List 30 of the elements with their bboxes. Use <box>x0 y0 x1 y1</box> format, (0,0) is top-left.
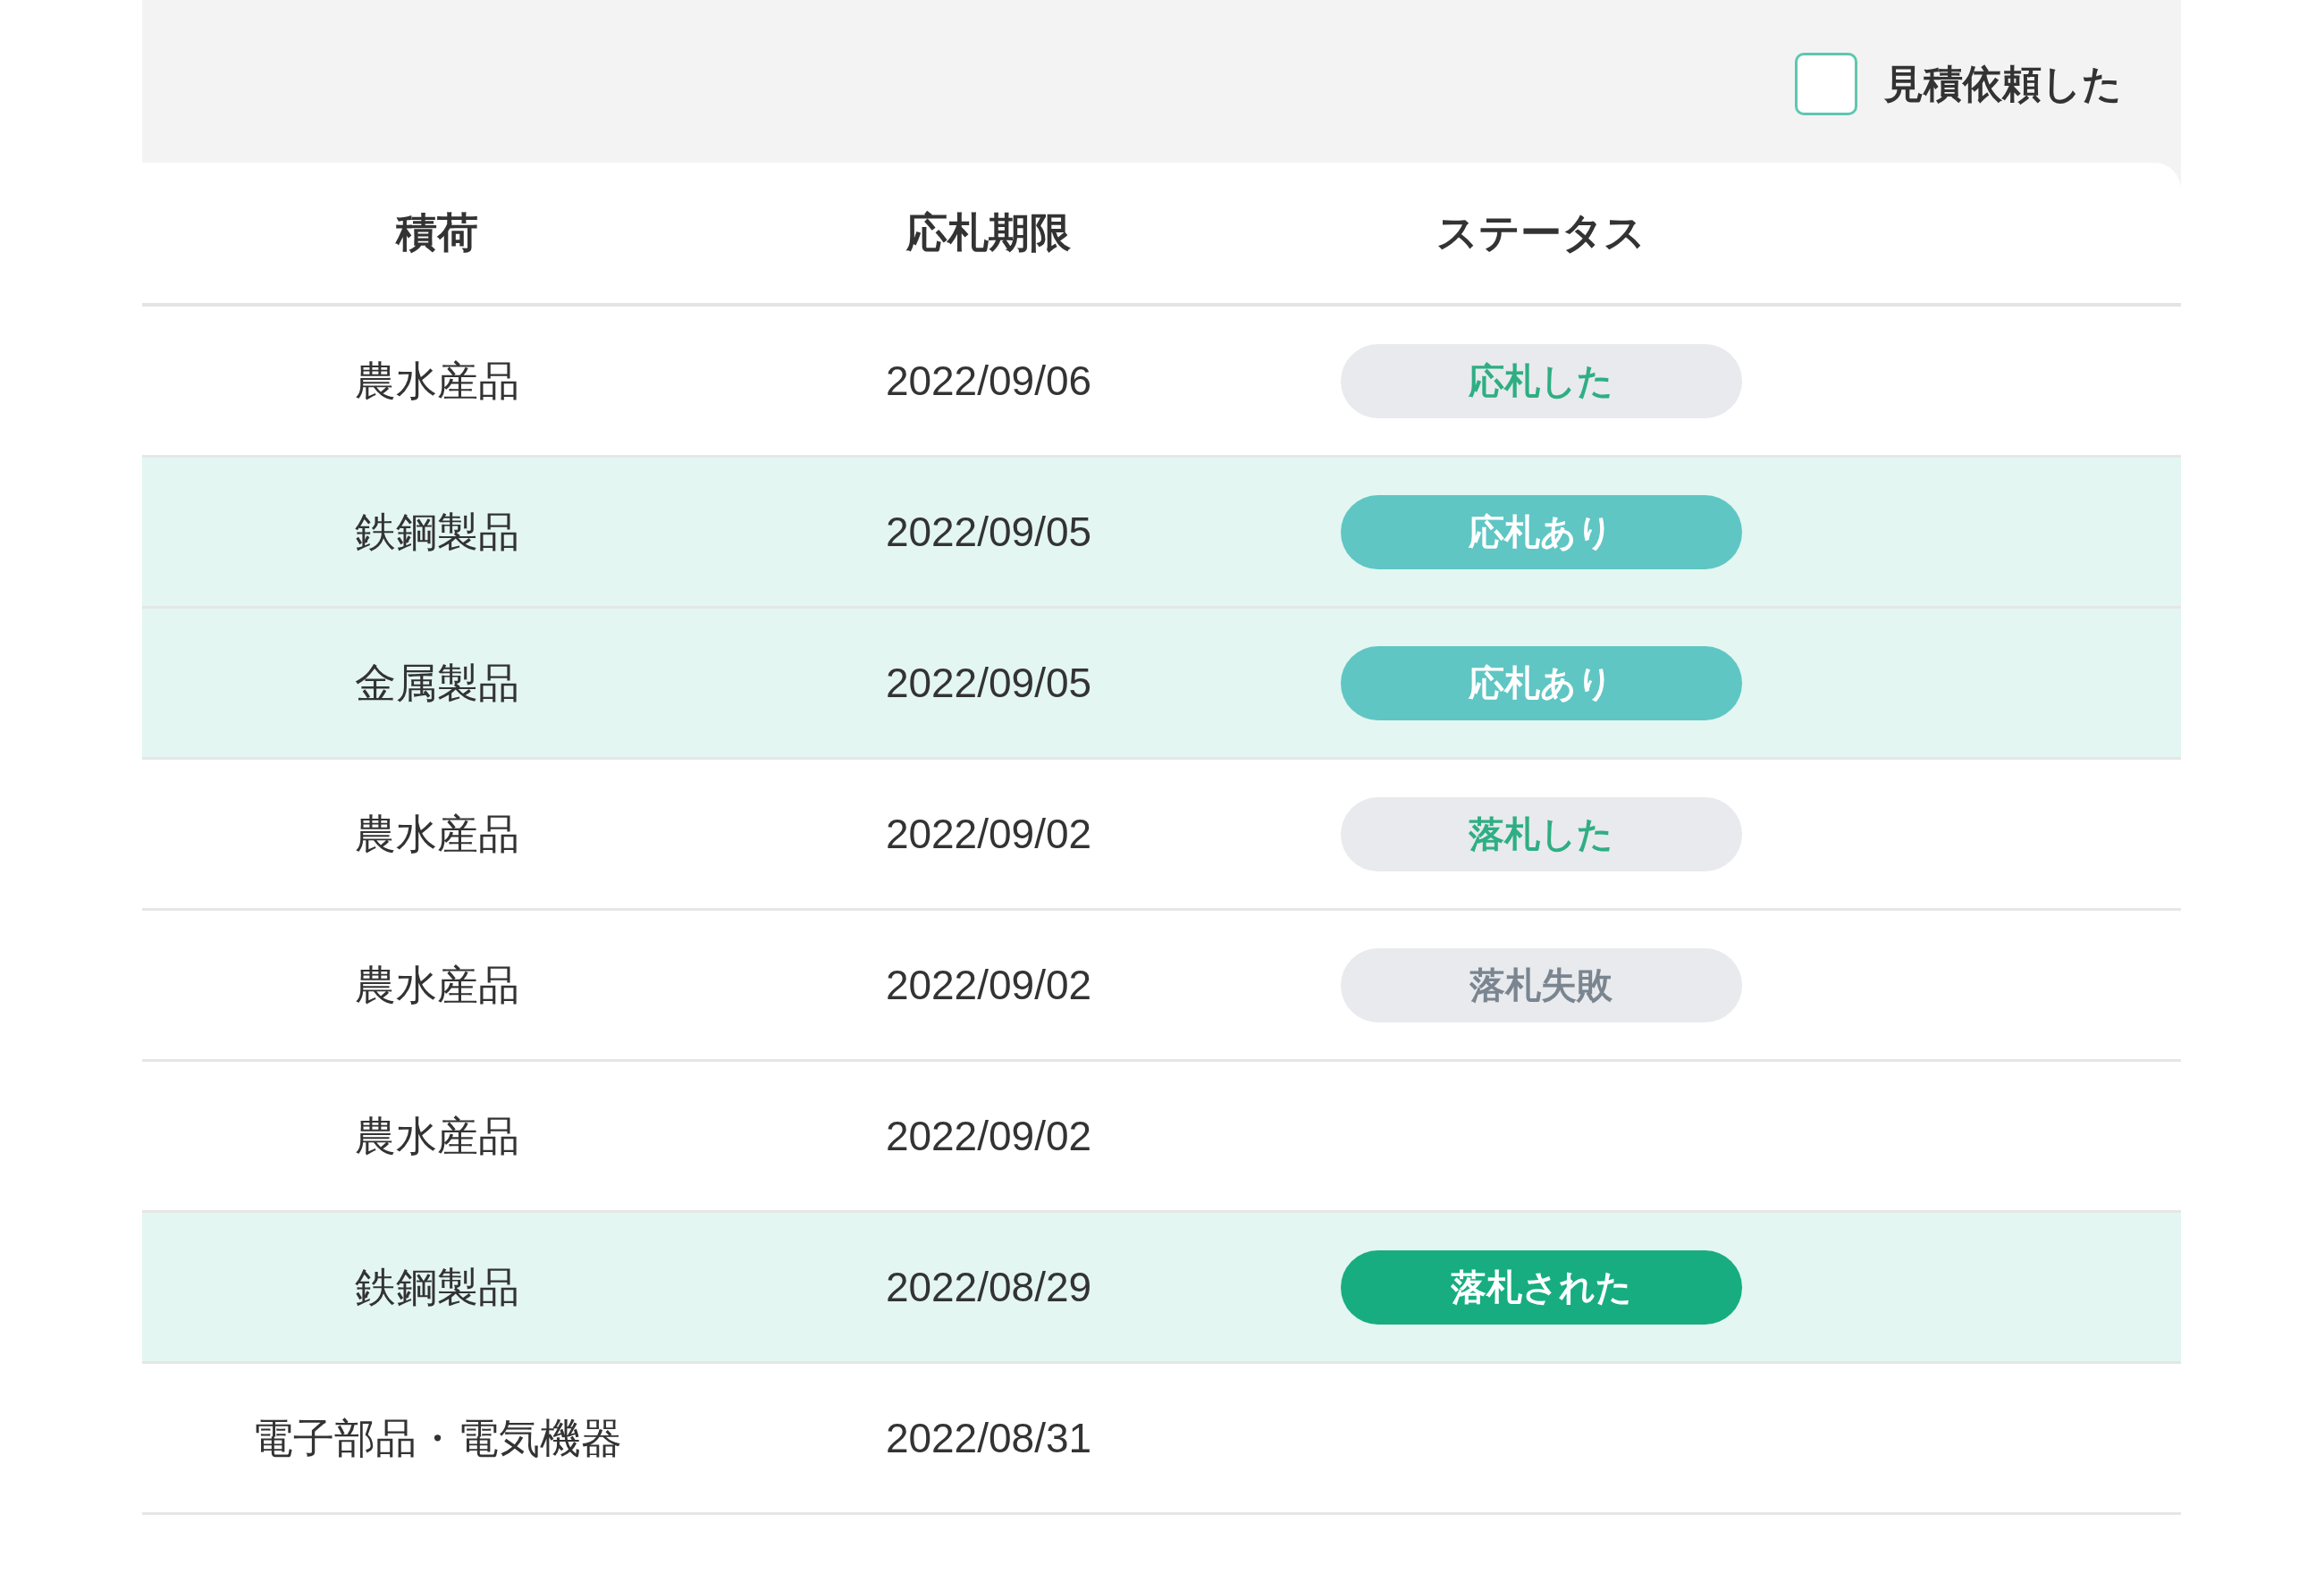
table-row[interactable]: 金属製品 2022/09/05 応札あり <box>142 609 2181 760</box>
column-header: 積荷 <box>396 208 478 257</box>
table-cell-text: 農水産品 <box>355 960 519 1010</box>
table-cell-text: 農水産品 <box>355 809 519 859</box>
status-badge: 落札した <box>1340 796 1742 871</box>
table-cell-text: 鉄鋼製品 <box>355 507 519 557</box>
table-cell-text: 2022/08/31 <box>885 1413 1092 1463</box>
status-badge: 落札された <box>1340 1249 1742 1325</box>
table-row[interactable]: 鉄鋼製品 2022/08/29 落札された <box>142 1213 2181 1364</box>
checkbox[interactable] <box>1795 53 1857 115</box>
table-cell-text: 2022/09/02 <box>885 1111 1092 1161</box>
table-cell-text: 金属製品 <box>355 658 519 708</box>
status-badge: 応札した <box>1340 343 1742 418</box>
column-header: ステータス <box>1436 208 1646 257</box>
table-cell-text: 2022/09/05 <box>885 658 1092 708</box>
status-badge: 応札あり <box>1340 645 1742 720</box>
table-cell-text: 2022/08/29 <box>885 1262 1092 1312</box>
table-cell-text: 2022/09/06 <box>885 356 1092 406</box>
table-cell-text: 農水産品 <box>355 356 519 406</box>
table-cell-text: 2022/09/05 <box>885 507 1092 557</box>
table-cell-text: 農水産品 <box>355 1111 519 1161</box>
table-row[interactable]: 鉄鋼製品 2022/09/05 応札あり <box>142 458 2181 609</box>
column-header: 応札期限 <box>906 208 1071 257</box>
table-cell-text: 2022/09/02 <box>885 809 1092 859</box>
status-badge: 応札あり <box>1340 494 1742 569</box>
table-cell-text: 2022/09/02 <box>885 960 1092 1010</box>
table-cell-text: 電子部品・電気機器 <box>252 1413 622 1463</box>
status-badge: 落札失敗 <box>1340 947 1742 1022</box>
table-cell-text: 鉄鋼製品 <box>355 1262 519 1312</box>
checkbox-label: 見積依頼した <box>1884 61 2122 107</box>
